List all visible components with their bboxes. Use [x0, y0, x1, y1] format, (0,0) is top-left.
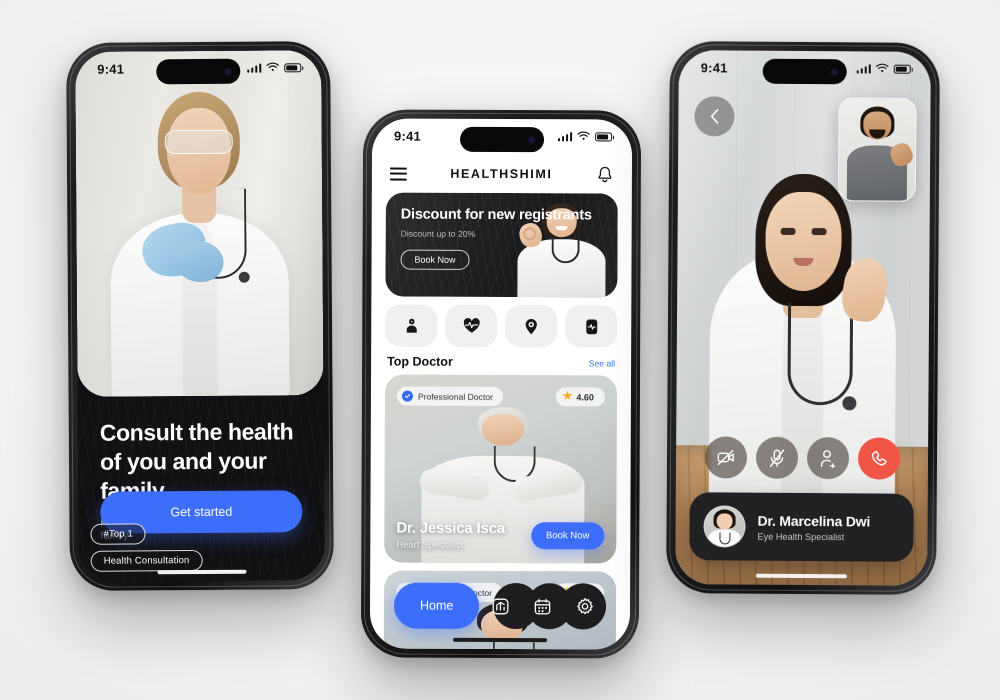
caller-info-card: Dr. Marcelina Dwi Eye Health Specialist	[689, 492, 914, 562]
tab-home[interactable]: Home	[393, 582, 480, 629]
promo-book-now-button[interactable]: Book Now	[400, 249, 470, 271]
chart-stats-icon	[492, 598, 509, 614]
medical-report-icon	[585, 319, 597, 334]
calendar-icon	[534, 598, 551, 614]
rating-value: 4.60	[576, 391, 594, 402]
caller-specialty: Eye Health Specialist	[757, 531, 845, 542]
phone1-screen: 9:41 #Top 1 Health Consultation Consult …	[75, 50, 325, 582]
add-participant-button[interactable]	[806, 437, 849, 480]
category-row	[385, 304, 618, 348]
heart-pulse-icon	[463, 318, 480, 333]
badge-label: Professional Doctor	[417, 391, 493, 402]
avatar	[703, 505, 746, 548]
end-call-button[interactable]	[857, 437, 900, 480]
call-controls	[676, 436, 928, 480]
video-off-icon	[717, 449, 734, 465]
section-header: Top Doctor See all	[387, 355, 615, 370]
category-cardio[interactable]	[445, 304, 498, 347]
chevron-left-icon	[710, 109, 718, 124]
category-location[interactable]	[505, 305, 558, 348]
phone-onboarding: 9:41 #Top 1 Health Consultation Consult …	[66, 41, 334, 591]
remote-video-feed	[676, 168, 930, 540]
phone-video-call: 9:41 Dr. Marcelina Dwi Eye Health Specia…	[666, 41, 940, 595]
home-indicator[interactable]	[453, 637, 547, 643]
home-indicator[interactable]	[157, 569, 247, 575]
signal-icon	[246, 63, 262, 73]
end-call-icon	[871, 450, 887, 465]
back-button[interactable]	[694, 96, 735, 137]
hero-tags: #Top 1 Health Consultation	[90, 523, 203, 572]
hamburger-menu-icon[interactable]	[389, 167, 407, 181]
dynamic-island	[156, 58, 241, 85]
doctor-icon	[406, 318, 417, 333]
hero-image	[75, 50, 324, 397]
notification-bell-icon[interactable]	[596, 165, 614, 184]
category-doctor[interactable]	[385, 304, 438, 347]
phone3-screen: 9:41 Dr. Marcelina Dwi Eye Health Specia…	[675, 50, 931, 586]
app-brand-title: HEALTHSHIMI	[450, 166, 553, 182]
app-header: HEALTHSHIMI	[372, 156, 632, 191]
signal-icon	[856, 63, 871, 73]
wifi-icon	[577, 131, 590, 140]
phone-home: 9:41 HEALTHSHIMI Discount for new regist…	[360, 109, 642, 659]
book-now-button[interactable]: Book Now	[530, 522, 605, 550]
location-pin-icon	[525, 318, 537, 334]
battery-icon	[595, 131, 613, 141]
dynamic-island	[460, 126, 545, 153]
toggle-video-button[interactable]	[704, 436, 747, 479]
tab-schedule[interactable]	[521, 583, 563, 629]
category-report[interactable]	[565, 305, 618, 348]
promo-title: Discount for new registrants	[400, 206, 592, 224]
bottom-tab-bar: Home	[393, 582, 607, 630]
status-time: 9:41	[97, 61, 125, 77]
status-time: 9:41	[394, 128, 421, 144]
battery-icon	[893, 64, 911, 74]
wifi-icon	[266, 62, 279, 71]
tab-statistics[interactable]	[479, 583, 521, 629]
see-all-link[interactable]: See all	[589, 358, 615, 368]
tag-top1: #Top 1	[90, 523, 147, 545]
wifi-icon	[876, 63, 889, 73]
signal-icon	[557, 131, 573, 141]
section-title: Top Doctor	[387, 354, 453, 369]
dynamic-island	[762, 58, 847, 85]
promo-subtitle: Discount up to 20%	[400, 228, 476, 240]
doctor-name: Dr. Jessica Isca	[396, 519, 505, 538]
mic-off-icon	[769, 448, 784, 467]
rating-badge: ★ 4.60	[555, 387, 605, 407]
professional-badge: Professional Doctor	[396, 386, 503, 407]
gear-icon	[577, 597, 593, 615]
doctor-photo	[75, 50, 323, 397]
star-icon: ★	[562, 390, 573, 403]
status-time: 9:41	[700, 59, 728, 75]
caller-name: Dr. Marcelina Dwi	[757, 512, 871, 529]
doctor-card[interactable]: Professional Doctor ★ 4.60 Dr. Jessica I…	[384, 374, 618, 564]
doctor-specialty: Heart Specialist	[396, 539, 463, 551]
battery-icon	[284, 62, 302, 72]
promo-banner[interactable]: Discount for new registrants Discount up…	[385, 192, 618, 298]
self-video-preview[interactable]	[837, 97, 917, 202]
tab-settings[interactable]	[564, 583, 606, 629]
phone2-screen: 9:41 HEALTHSHIMI Discount for new regist…	[369, 118, 633, 650]
home-indicator[interactable]	[755, 573, 847, 579]
tag-health-consultation: Health Consultation	[90, 549, 203, 572]
verified-check-icon	[401, 390, 413, 402]
add-person-icon	[820, 449, 836, 468]
toggle-mic-button[interactable]	[755, 436, 798, 479]
